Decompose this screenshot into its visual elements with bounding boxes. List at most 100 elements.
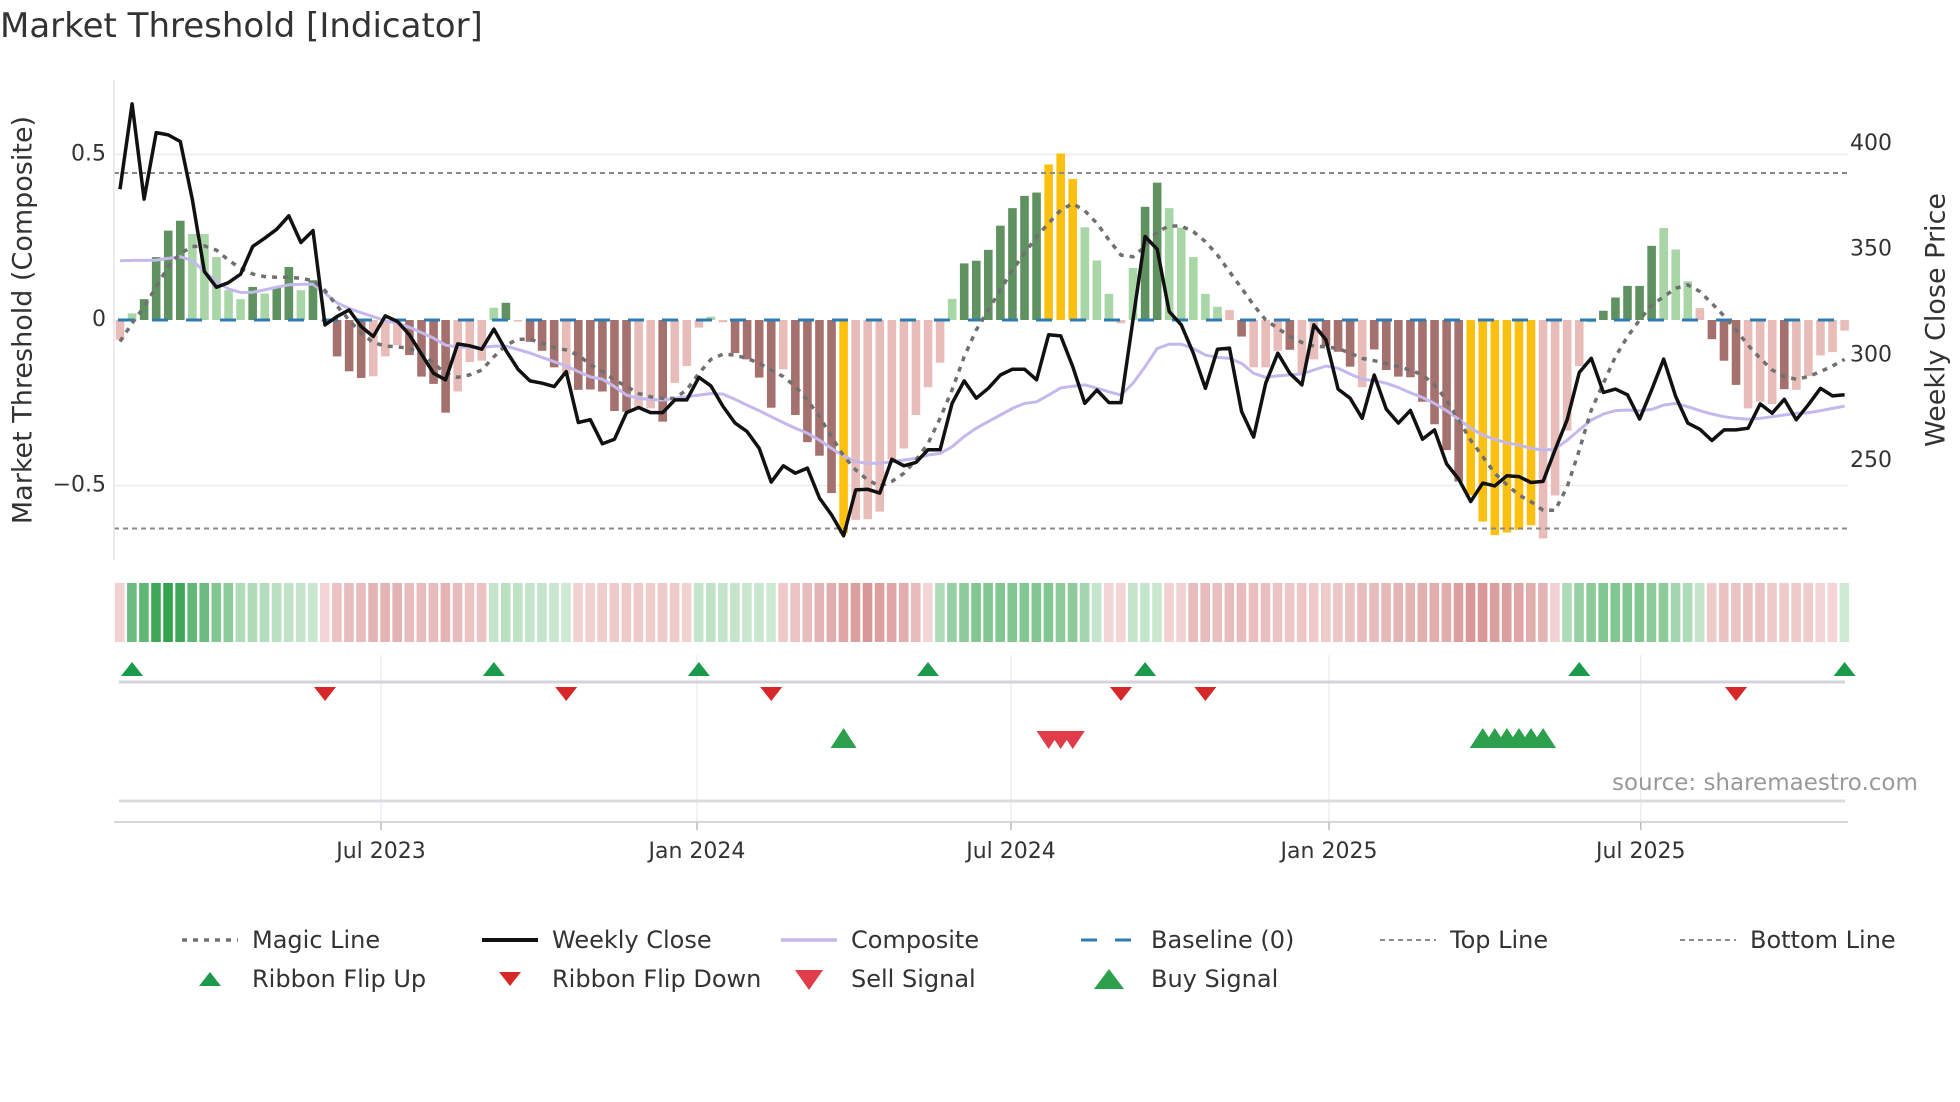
legend-label: Ribbon Flip Up	[252, 965, 427, 993]
ribbon-cell	[452, 583, 463, 642]
ribbon-cell	[1731, 583, 1741, 642]
composite-bar	[1442, 320, 1451, 451]
composite-bar	[1767, 320, 1777, 405]
ribbon-cell	[139, 583, 149, 642]
composite-bar	[1502, 320, 1512, 533]
composite-bar	[1599, 310, 1608, 320]
ribbon-cell	[585, 583, 595, 642]
ribbon-cell	[1682, 583, 1693, 642]
composite-bar	[1828, 320, 1837, 353]
ribbon-cell	[621, 583, 632, 642]
composite-bar	[827, 320, 836, 494]
ribbon-flip-up-marker	[482, 662, 505, 676]
ribbon-cell	[1140, 583, 1150, 642]
composite-bar	[839, 320, 848, 534]
ribbon-cell	[500, 583, 511, 642]
composite-bar	[1092, 260, 1102, 320]
ribbon-flip-up-marker	[121, 662, 144, 676]
composite-bar	[742, 320, 752, 360]
ribbon-cell	[1103, 583, 1114, 642]
legend-handle-triangle-down-small-icon	[499, 972, 521, 986]
ribbon-cell	[1827, 583, 1838, 642]
ribbon-cell	[1043, 583, 1054, 642]
composite-bar	[815, 320, 824, 456]
ribbon-cell	[657, 583, 668, 642]
ribbon-cell	[1091, 583, 1102, 642]
ribbon-cell	[1718, 583, 1729, 642]
legend-item: Ribbon Flip Up	[180, 964, 426, 994]
composite-bar	[1056, 153, 1065, 320]
x-tick-label: Jan 2025	[1279, 839, 1378, 864]
composite-bar	[1345, 320, 1355, 367]
ribbon-cell	[476, 583, 487, 642]
composite-bar	[610, 320, 619, 412]
ribbon-cell	[814, 583, 825, 642]
legend-item: Top Line	[1378, 925, 1548, 955]
composite-bar	[1779, 320, 1789, 390]
ribbon-cell	[790, 583, 800, 642]
ribbon-cell	[163, 583, 173, 642]
buy-signal-marker	[830, 728, 857, 748]
composite-bar	[1478, 320, 1488, 522]
ribbon-cell	[247, 583, 258, 642]
legend-handle-dotted-line-icon	[182, 938, 238, 942]
composite-bar	[1044, 164, 1053, 320]
ribbon-cell	[850, 583, 861, 642]
ribbon-cell	[1200, 583, 1210, 642]
composite-bar	[1816, 320, 1825, 356]
composite-bar	[911, 320, 921, 415]
magic-line	[118, 201, 1846, 513]
composite-bar	[296, 290, 306, 320]
composite-bar	[1707, 320, 1717, 340]
legend-handle-solid-line-icon	[482, 938, 538, 942]
ribbon-cell	[1706, 583, 1717, 642]
legend-handle-dashed-gray-icon	[1380, 939, 1436, 941]
series-lines	[114, 102, 1848, 538]
ribbon-cell	[898, 583, 909, 642]
ribbon-cell	[416, 583, 427, 642]
ribbon-cell	[838, 583, 849, 642]
ribbon-cell	[488, 583, 499, 642]
ribbon-cell	[1453, 583, 1464, 642]
composite-bar	[115, 320, 125, 340]
ribbon-cell	[428, 583, 439, 642]
composite-bar	[1755, 320, 1765, 402]
composite-bar	[1249, 320, 1258, 368]
legend-item: Magic Line	[180, 925, 380, 955]
composite-bar	[947, 298, 957, 320]
legend-handle-triangle-down-large-icon	[795, 970, 823, 990]
composite-bar	[1719, 320, 1729, 361]
ribbon-cell	[1803, 583, 1813, 642]
composite-bar	[1430, 320, 1439, 425]
composite-bar	[1261, 320, 1270, 368]
ribbon-cell	[705, 583, 716, 642]
ribbon-cell	[923, 583, 933, 642]
ribbon-flip-up-marker	[917, 662, 940, 676]
ribbon-cell	[573, 583, 583, 642]
ribbon-cell	[512, 583, 523, 642]
ribbon-cell	[1164, 583, 1174, 642]
ribbon-cell	[440, 583, 451, 642]
composite-bar	[381, 320, 390, 357]
composite-bar	[1176, 227, 1186, 320]
y-tick-label-right: 250	[1850, 448, 1892, 473]
ribbon-cell	[561, 583, 571, 642]
axes: 0.5 0 −0.5 400 350 300 250 Jul 2023 Jan 2024 Jul …	[53, 80, 1892, 864]
ribbon-cell	[778, 583, 788, 642]
composite-bar	[754, 320, 764, 378]
composite-bar	[1743, 320, 1753, 409]
composite-bar	[971, 260, 981, 320]
composite-bar	[176, 220, 185, 320]
ribbon-cell	[211, 583, 222, 642]
ribbon-cell	[910, 583, 921, 642]
legend-label: Ribbon Flip Down	[552, 965, 762, 993]
composite-bar	[959, 263, 969, 320]
ribbon-cell	[127, 583, 137, 642]
ribbon-flip-up-marker	[1833, 662, 1856, 676]
ribbon-cell	[1115, 583, 1126, 642]
composite-bar	[622, 320, 631, 412]
legend-item: Bottom Line	[1678, 925, 1896, 955]
ribbon-cell	[1562, 583, 1572, 642]
source-credit: source: sharemaestro.com	[1612, 770, 1918, 796]
ribbon-cell	[1067, 583, 1078, 642]
